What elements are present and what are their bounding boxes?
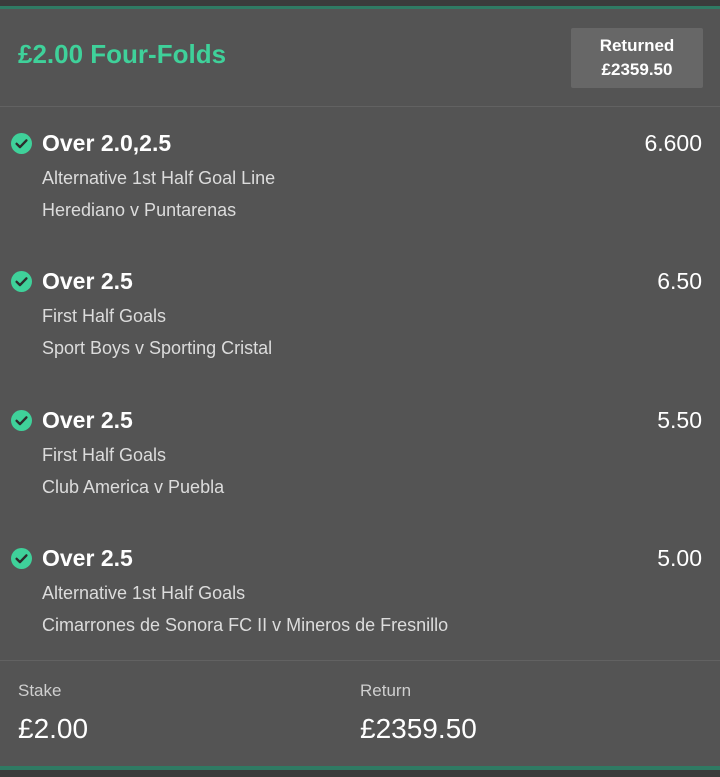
check-circle-icon [11, 548, 32, 569]
selection-name: Over 2.5 [42, 545, 133, 571]
selection-item: Over 2.5 5.50 First Half Goals Club Amer… [0, 405, 720, 543]
selection-item: Over 2.5 6.50 First Half Goals Sport Boy… [0, 266, 720, 404]
selection-name: Over 2.0,2.5 [42, 130, 172, 156]
selection-odds: 5.50 [657, 407, 702, 433]
top-divider [0, 0, 720, 9]
check-circle-icon [11, 410, 32, 431]
check-circle-icon [11, 133, 32, 154]
return-label: Return [360, 681, 412, 700]
selection-name: Over 2.5 [42, 268, 133, 294]
selection-odds: 6.600 [644, 130, 702, 156]
selection-event: Herediano v Puntarenas [42, 200, 237, 220]
selection-item: Over 2.0,2.5 6.600 Alternative 1st Half … [0, 128, 720, 266]
returned-amount: £2359.50 [601, 60, 673, 79]
selection-event: Cimarrones de Sonora FC II v Mineros de … [42, 615, 449, 635]
selection-market: Alternative 1st Half Goal Line [42, 168, 276, 188]
stake-block: Stake £2.00 [18, 681, 88, 745]
bet-footer: Stake £2.00 Return £2359.50 [0, 660, 720, 777]
selection-market: First Half Goals [42, 306, 167, 326]
bet-card: £2.00 Four-Folds Returned £2359.50 Over … [0, 0, 720, 777]
selection-odds: 5.00 [657, 545, 702, 571]
selection-market: First Half Goals [42, 445, 167, 465]
check-circle-icon [11, 271, 32, 292]
returned-label: Returned [599, 36, 675, 55]
stake-value: £2.00 [18, 713, 89, 744]
returned-badge: Returned £2359.50 [571, 28, 703, 88]
selection-name: Over 2.5 [42, 407, 133, 433]
bet-header: £2.00 Four-Folds Returned £2359.50 [0, 9, 720, 107]
selection-event: Club America v Puebla [42, 477, 225, 497]
selection-odds: 6.50 [657, 268, 702, 294]
bet-title: £2.00 Four-Folds [18, 39, 227, 69]
stake-label: Stake [18, 681, 62, 700]
selection-event: Sport Boys v Sporting Cristal [42, 338, 273, 358]
bottom-divider [0, 766, 720, 777]
selection-market: Alternative 1st Half Goals [42, 583, 246, 603]
return-block: Return £2359.50 [360, 681, 477, 745]
return-value: £2359.50 [360, 713, 477, 744]
